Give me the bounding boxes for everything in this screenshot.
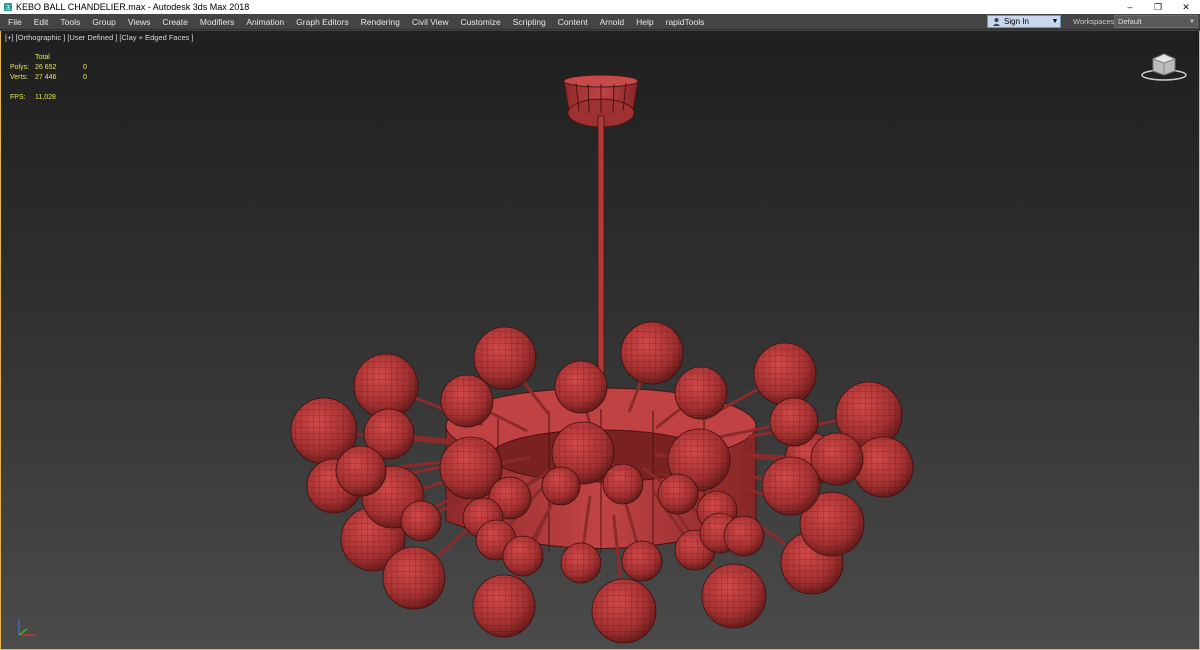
sphere <box>440 374 494 428</box>
stats-overlay: Total Polys: 26 652 0 Verts: 27 446 0 FP… <box>10 53 103 103</box>
polys-label: Polys: <box>10 64 30 71</box>
menu-scripting[interactable]: Scripting <box>507 14 552 30</box>
menu-modifiers[interactable]: Modifiers <box>194 14 240 30</box>
menu-tools[interactable]: Tools <box>54 14 86 30</box>
sphere <box>400 500 442 542</box>
sphere <box>723 515 765 557</box>
verts-label: Verts: <box>10 74 28 81</box>
fps-value: 11,028 <box>35 94 56 101</box>
menu-civil-view[interactable]: Civil View <box>406 14 455 30</box>
close-button[interactable]: ✕ <box>1172 0 1200 14</box>
sphere <box>335 445 387 497</box>
workspaces-select[interactable]: Default ▼ <box>1114 15 1198 28</box>
sphere <box>769 397 819 447</box>
sphere <box>657 473 699 515</box>
sphere <box>674 366 728 420</box>
menu-edit[interactable]: Edit <box>28 14 55 30</box>
verts-total: 27 446 <box>35 74 57 81</box>
menu-rapidtools[interactable]: rapidTools <box>660 14 711 30</box>
sphere <box>602 463 644 505</box>
menu-group[interactable]: Group <box>86 14 122 30</box>
verts-selected: 0 <box>83 74 87 81</box>
sphere <box>591 578 657 644</box>
sphere <box>560 542 602 584</box>
menu-animation[interactable]: Animation <box>240 14 290 30</box>
menu-rendering[interactable]: Rendering <box>355 14 406 30</box>
minimize-button[interactable]: – <box>1116 0 1144 14</box>
user-icon <box>991 17 1001 26</box>
view-cube-icon[interactable] <box>1139 49 1189 83</box>
menu-bar: File Edit Tools Group Views Create Modif… <box>0 14 1200 30</box>
sign-in-label: Sign In <box>1004 17 1029 26</box>
menu-file[interactable]: File <box>0 14 28 30</box>
sphere <box>472 574 536 638</box>
title-bar: 3 KEBO BALL CHANDELIER.max - Autodesk 3d… <box>0 0 1200 14</box>
sphere <box>621 540 663 582</box>
sphere <box>541 466 581 506</box>
menu-help[interactable]: Help <box>630 14 659 30</box>
menu-create[interactable]: Create <box>156 14 194 30</box>
sphere <box>620 321 684 385</box>
viewport[interactable]: [+] [Orthographic ] [User Defined ] [Cla… <box>0 31 1200 650</box>
sphere <box>761 456 821 516</box>
polys-total: 26 652 <box>35 64 57 71</box>
menu-graph-editors[interactable]: Graph Editors <box>290 14 354 30</box>
restore-button[interactable]: ❐ <box>1144 0 1172 14</box>
stats-header: Total <box>35 54 50 61</box>
menu-content[interactable]: Content <box>552 14 594 30</box>
sign-in-dropdown[interactable]: Sign In ▼ <box>987 15 1061 28</box>
sphere <box>554 360 608 414</box>
viewport-label[interactable]: [+] [Orthographic ] [User Defined ] [Cla… <box>5 33 193 42</box>
menu-views[interactable]: Views <box>122 14 157 30</box>
chandelier-model[interactable] <box>1 31 1199 649</box>
sphere <box>753 342 817 406</box>
app-icon: 3 <box>3 2 13 12</box>
svg-text:3: 3 <box>6 5 10 12</box>
sphere <box>701 563 767 629</box>
menu-customize[interactable]: Customize <box>455 14 507 30</box>
sphere <box>382 546 446 610</box>
sphere <box>473 326 537 390</box>
chevron-down-icon: ▼ <box>1051 18 1059 25</box>
workspaces-label: Workspaces: <box>1073 17 1117 26</box>
workspaces-value: Default <box>1118 17 1142 26</box>
chevron-down-icon: ▼ <box>1189 18 1195 25</box>
sphere <box>353 353 419 419</box>
menu-arnold[interactable]: Arnold <box>594 14 631 30</box>
sphere <box>502 535 544 577</box>
polys-selected: 0 <box>83 64 87 71</box>
axis-gizmo-icon <box>15 615 39 639</box>
window-title: KEBO BALL CHANDELIER.max - Autodesk 3ds … <box>16 2 250 12</box>
fps-label: FPS: <box>10 94 26 101</box>
rod <box>597 115 605 397</box>
